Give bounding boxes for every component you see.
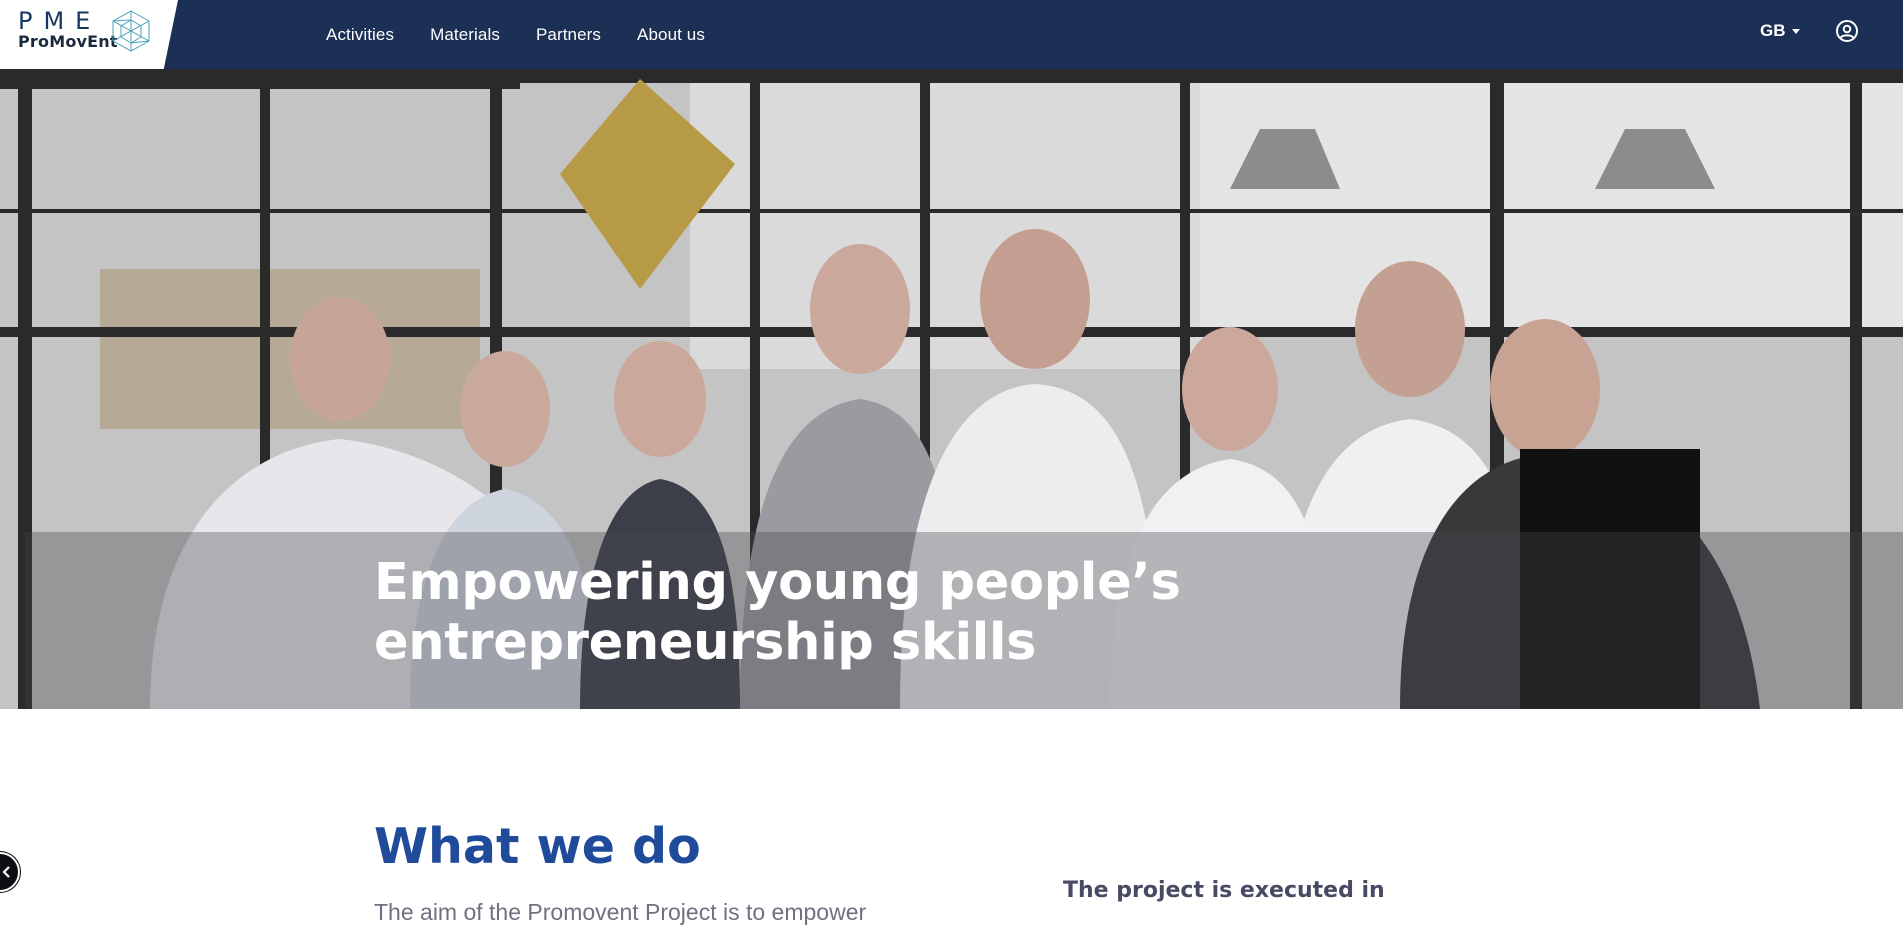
user-circle-icon[interactable] — [1835, 19, 1859, 43]
hero-title-line-2: entrepreneurship skills — [374, 613, 1037, 672]
logo-wordmark: ProMovEnt — [18, 32, 118, 51]
logo-letters: PME — [18, 7, 102, 35]
site-logo-link[interactable]: PME ProMovEnt — [0, 0, 178, 69]
hero-title-line-1: Empowering young people’s — [374, 553, 1181, 612]
nav-partners[interactable]: Partners — [536, 25, 601, 45]
nav-activities[interactable]: Activities — [326, 25, 394, 45]
chevron-down-icon — [1791, 28, 1800, 34]
language-label: GB — [1760, 21, 1786, 40]
logo-network-icon — [112, 10, 150, 52]
nav-about-us[interactable]: About us — [637, 25, 705, 45]
main-nav: Activities Materials Partners About us — [326, 0, 741, 69]
chevron-left-icon — [2, 866, 10, 878]
language-selector[interactable]: GB — [1760, 21, 1800, 41]
accessibility-toggle-button[interactable] — [0, 852, 20, 892]
hero-title: Empowering young people’s entrepreneursh… — [374, 553, 1274, 673]
nav-materials[interactable]: Materials — [430, 25, 500, 45]
top-navbar: PME ProMovEnt Activities Materials Partn… — [0, 0, 1903, 69]
what-we-do-text: The aim of the Promovent Project is to e… — [374, 899, 867, 925]
project-executed-heading: The project is executed in — [1063, 878, 1385, 903]
what-we-do-heading: What we do — [374, 818, 701, 875]
hero-banner: Empowering young people’s entrepreneursh… — [0, 69, 1903, 709]
